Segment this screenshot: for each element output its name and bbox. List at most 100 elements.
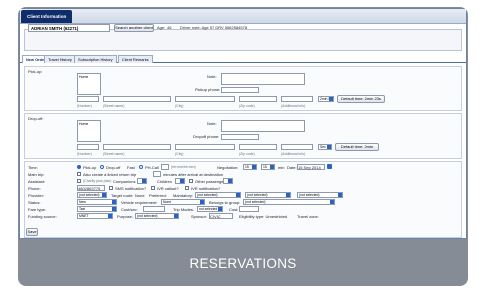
other-passengers-checkbox[interactable] xyxy=(189,179,193,183)
target-route-value: None xyxy=(135,193,145,198)
provider-option-select-2[interactable]: (not selected) xyxy=(245,192,291,198)
fare-label: Fare type: xyxy=(28,207,47,212)
pickup-phone-label: Pickup phone: xyxy=(195,87,221,92)
neg-from-select[interactable]: 15 xyxy=(243,164,257,170)
provider-select[interactable]: (not selected) xyxy=(77,192,107,198)
return-trip-checkbox[interactable] xyxy=(77,172,81,176)
client-info-tab[interactable]: Client Information xyxy=(21,10,73,23)
children-select[interactable] xyxy=(175,178,185,184)
fare-select[interactable]: Taxi xyxy=(77,206,117,212)
other-passengers-select[interactable] xyxy=(223,178,233,184)
dropoff-note-input[interactable] xyxy=(221,120,305,132)
companions-select[interactable] xyxy=(137,178,147,184)
dropoff-additional-input[interactable] xyxy=(281,144,313,150)
travel-zone-text: Travel zone: xyxy=(297,214,319,219)
neg-unit: min xyxy=(278,165,285,170)
children-label: Children xyxy=(157,179,172,184)
dropoff-phone-input[interactable] xyxy=(221,134,259,140)
dropoff-number-input[interactable] xyxy=(77,144,99,150)
return-trip-text: Also create a linked return trip xyxy=(83,172,137,177)
tab-client-remarks[interactable]: Client Remarks xyxy=(118,55,153,63)
trip-details-section: Time: Pick-up Drop-off Fast PH-Call (hh:… xyxy=(24,161,462,238)
phone-label: Phone: xyxy=(28,186,41,191)
belongs-select[interactable]: (not selected) xyxy=(243,199,335,205)
dropoff-section: Drop-off: Home Note: Dropoff phone: Sec … xyxy=(24,113,462,159)
ivr-callout-checkbox[interactable] xyxy=(151,186,155,190)
screenshot-card: Client Information ADRIAN SMITH (62271) … xyxy=(18,7,468,286)
funding-select[interactable]: MNET xyxy=(77,213,113,219)
preferred-label: Preferred: xyxy=(149,193,167,198)
pickup-additional-input[interactable] xyxy=(281,96,313,102)
client-bar xyxy=(24,29,462,51)
main-trip-label: Main trip: xyxy=(28,172,45,177)
age-label: Age: xyxy=(157,25,166,30)
dropoff-radio[interactable] xyxy=(100,165,104,169)
vehicle-label: Vehicle requirement: xyxy=(121,200,158,205)
cost-sec-input[interactable] xyxy=(143,206,165,212)
dropoff-col-city: (City) xyxy=(175,152,184,156)
fast-label: Fast xyxy=(127,165,135,170)
tab-travel-history[interactable]: Travel History xyxy=(44,55,76,63)
dropoff-col-street: (Street name) xyxy=(103,152,125,156)
dropoff-zip-input[interactable] xyxy=(239,144,277,150)
pickup-heading: Pick-up: xyxy=(28,69,43,74)
vehicle-select[interactable]: None xyxy=(161,199,205,205)
provider-option-select-3[interactable]: (not selected) xyxy=(297,192,343,198)
pickup-city-input[interactable] xyxy=(175,96,235,102)
trip-modes-label: Trip Modes: xyxy=(173,207,194,212)
pickup-note-input[interactable] xyxy=(221,73,305,85)
time-label: Time: xyxy=(28,165,38,170)
status-select[interactable]: New xyxy=(77,199,117,205)
search-client-button[interactable]: Search another client xyxy=(114,24,154,32)
pickup-col-city: (City) xyxy=(175,104,184,108)
calendar-icon[interactable] xyxy=(327,164,332,169)
sms-checkbox[interactable] xyxy=(109,186,113,190)
caption: RESERVATIONS xyxy=(189,255,297,271)
assistant-checkbox[interactable] xyxy=(77,179,81,183)
reservation-screen: Client Information ADRIAN SMITH (62271) … xyxy=(19,8,467,239)
dropoff-col-additional: (Additional info) xyxy=(281,152,306,156)
pcall-hint: (hh:mm/hh:mm) xyxy=(171,165,196,169)
target-route-label: Target route: xyxy=(111,193,134,198)
ivr-callout-label: IVR callout? xyxy=(157,186,179,191)
dropoff-time-select[interactable]: Sec xyxy=(318,144,332,150)
assistant-label: Assistant: xyxy=(28,179,46,184)
pickup-col-street: (Street name) xyxy=(103,104,125,108)
dropoff-default-time-button[interactable]: Default time: 2min xyxy=(335,143,379,151)
ivr-notification-label: IVR notification? xyxy=(191,186,221,191)
pickup-zip-input[interactable] xyxy=(239,96,277,102)
companions-label: Companions xyxy=(113,179,136,184)
neg-to-select[interactable]: 15 xyxy=(261,164,275,170)
pickup-radio[interactable] xyxy=(77,165,81,169)
mandatory-select[interactable]: (not selected) xyxy=(195,192,241,198)
age-value: 46 xyxy=(167,25,172,30)
return-minutes-input[interactable] xyxy=(153,171,161,177)
date-label: Date: xyxy=(287,165,297,170)
pcall-radio[interactable] xyxy=(139,165,143,169)
sponsor-label: Sponsor: xyxy=(191,214,208,219)
pickup-number-input[interactable] xyxy=(77,96,99,102)
assistant-hint: (Charity plus plan) xyxy=(83,179,112,183)
cost-input[interactable] xyxy=(239,206,259,212)
dropoff-street-input[interactable] xyxy=(103,144,171,150)
trip-modes-select[interactable]: not selected xyxy=(197,206,223,212)
pickup-street-input[interactable] xyxy=(103,96,171,102)
dropoff-address-memo[interactable]: Home xyxy=(77,120,101,142)
pickup-col-number: (Number) xyxy=(77,104,92,108)
purpose-select[interactable]: (not selected) xyxy=(135,213,179,219)
pickup-time-select[interactable]: 2min Sel xyxy=(318,96,334,102)
eligibility-text: Eligibility type: Unrestricted xyxy=(239,214,288,219)
tab-subscription-history[interactable]: Subscription History xyxy=(74,55,117,63)
dropoff-city-input[interactable] xyxy=(175,144,235,150)
client-name-field[interactable]: ADRIAN SMITH (62271) xyxy=(28,24,110,32)
pickup-default-time-button[interactable]: Default time: 2min 23s xyxy=(337,95,385,103)
cost-label: Cost: xyxy=(229,207,239,212)
pcall-input[interactable] xyxy=(161,164,169,170)
driver-note: Driver note: Age 57 DRV 5862584578 xyxy=(180,25,248,30)
ivr-notification-checkbox[interactable] xyxy=(185,186,189,190)
sponsor-value: CIVIC xyxy=(210,214,221,219)
pickup-phone-input[interactable] xyxy=(221,87,259,93)
mandatory-label: Mandatory: xyxy=(173,193,194,198)
save-button[interactable]: Save xyxy=(26,228,38,236)
pickup-address-memo[interactable]: Home xyxy=(77,73,101,95)
